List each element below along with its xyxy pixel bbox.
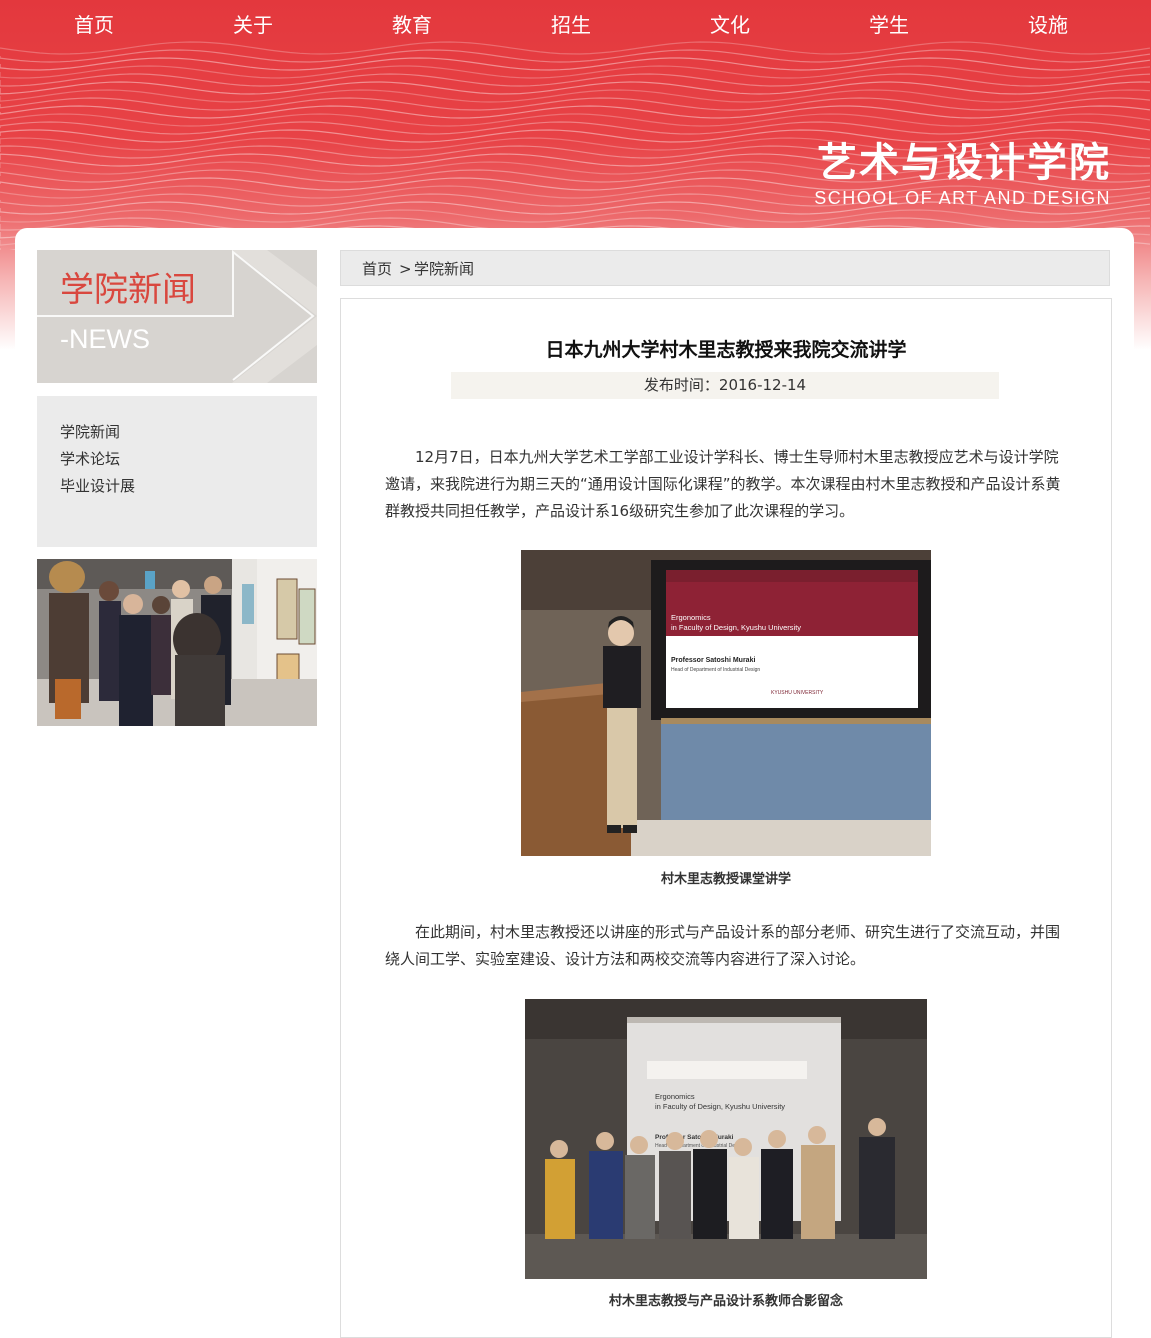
nav-item-facilities[interactable]: 设施	[988, 10, 1108, 40]
slide2-line2: in Faculty of Design, Kyushu University	[655, 1102, 785, 1111]
wave-line	[0, 81, 1151, 95]
group-photo: Ergonomics in Faculty of Design, Kyushu …	[525, 999, 927, 1279]
lecture-photo-caption: 村木里志教授课堂讲学	[660, 872, 791, 887]
wave-line	[0, 105, 1151, 119]
wave-line	[0, 57, 1151, 71]
breadcrumb-home[interactable]: 首页	[362, 259, 392, 279]
sidebar-item-college-news[interactable]: 学院新闻	[60, 421, 120, 443]
slide1-line4: Head of Department of Industrial Design	[671, 667, 760, 673]
article-paragraph-2: 在此期间，村木里志教授还以讲座的形式与产品设计系的部分老师、研究生进行了交流互动…	[385, 923, 1061, 968]
article-paragraph-1: 12月7日，日本九州大学艺术工学部工业设计学科长、博士生导师村木里志教授应艺术与…	[385, 448, 1061, 520]
slide1-line1: Ergonomics	[671, 613, 711, 622]
article-panel: 日本九州大学村木里志教授来我院交流讲学 发布时间：2016-12-14 12月7…	[340, 298, 1112, 1338]
school-logo-en[interactable]: SCHOOL OF ART AND DESIGN	[814, 186, 1111, 210]
nav-item-education[interactable]: 教育	[352, 10, 472, 40]
sidebar-title: 学院新闻	[60, 270, 196, 310]
breadcrumb-separator: >	[399, 260, 412, 278]
breadcrumb-current[interactable]: 学院新闻	[414, 259, 474, 279]
article-title: 日本九州大学村木里志教授来我院交流讲学	[545, 339, 907, 361]
slide2-line1: Ergonomics	[655, 1092, 695, 1101]
breadcrumb: 首页 > 学院新闻	[340, 250, 1110, 286]
nav-item-admissions[interactable]: 招生	[511, 10, 631, 40]
sidebar-gallery-photo[interactable]	[37, 559, 317, 726]
nav-item-home[interactable]: 首页	[34, 10, 154, 40]
wave-line	[0, 121, 1151, 135]
nav-item-culture[interactable]: 文化	[670, 10, 790, 40]
wave-line	[0, 73, 1151, 87]
nav-item-students[interactable]: 学生	[829, 10, 949, 40]
lecture-photo: Ergonomics in Faculty of Design, Kyushu …	[521, 550, 931, 856]
sidebar-item-graduation-show[interactable]: 毕业设计展	[60, 475, 135, 497]
sidebar-item-academic-forum[interactable]: 学术论坛	[60, 448, 120, 470]
sidebar-section-header: 学院新闻 -NEWS	[37, 250, 317, 383]
wave-line	[0, 97, 1151, 111]
main-nav: 首页 关于 教育 招生 文化 学生 设施	[0, 0, 1151, 52]
school-logo-cn[interactable]: 艺术与设计学院	[817, 138, 1111, 188]
slide1-line3: Professor Satoshi Muraki	[671, 657, 755, 664]
slide1-line5: KYUSHU UNIVERSITY	[771, 690, 824, 696]
nav-item-about[interactable]: 关于	[193, 10, 313, 40]
sidebar-subtitle: -NEWS	[60, 324, 150, 354]
group-photo-caption: 村木里志教授与产品设计系教师合影留念	[608, 1294, 843, 1309]
article-publish-date: 发布时间：2016-12-14	[451, 372, 999, 399]
sidebar-menu: 学院新闻 学术论坛 毕业设计展	[37, 396, 317, 547]
slide1-line2: in Faculty of Design, Kyushu University	[671, 623, 801, 632]
